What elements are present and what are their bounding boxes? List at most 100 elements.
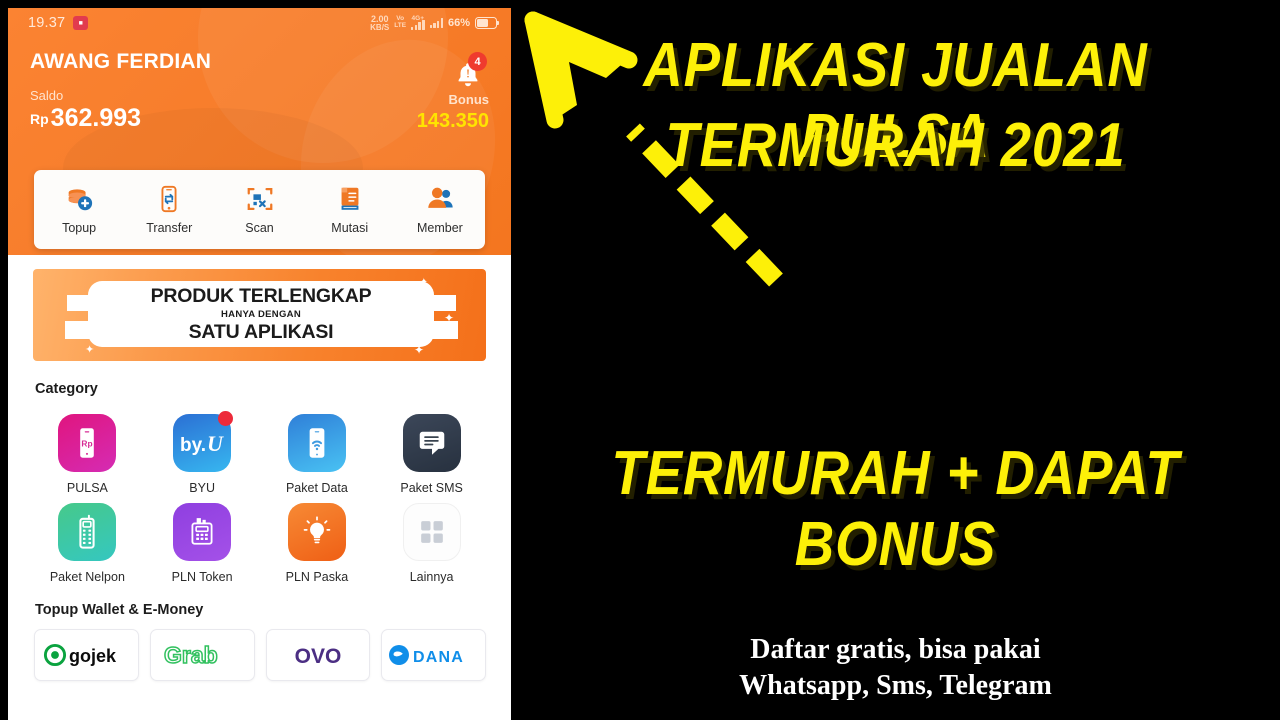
promo-subtitle: Daftar gratis, bisa pakai Whatsapp, Sms,…: [511, 632, 1280, 704]
category-item-pln-paska[interactable]: PLN Paska: [260, 503, 375, 584]
category-label: PULSA: [66, 481, 108, 495]
svg-text:U: U: [207, 431, 224, 456]
saldo-block: Saldo Rp362.993: [30, 88, 141, 133]
signal-bars-icon: [429, 18, 443, 28]
currency-symbol: Rp: [30, 111, 49, 127]
quick-actions-bar: Topup Transfer Scan Mutasi Member: [34, 170, 485, 249]
promo-banner[interactable]: ✦ ✦ ✦ ✦ ✦ ✦ PRODUK TERLENGKAP HANYA DENG…: [33, 269, 486, 361]
quick-action-topup[interactable]: Topup: [34, 184, 124, 235]
banner-line-2: HANYA DENGAN: [221, 308, 301, 320]
phone-screenshot: 19.37 ■ 2.00 KB/S Vo LTE 4G+ 66% AWANG F…: [8, 8, 511, 720]
banner-line-3: SATU APLIKASI: [188, 320, 334, 343]
category-item-pulsa[interactable]: Rp PULSA: [30, 414, 145, 495]
category-item-paket-data[interactable]: Paket Data: [260, 414, 375, 495]
quick-action-label: Member: [416, 221, 463, 235]
svg-text:DANA: DANA: [413, 649, 464, 666]
paket-nelpon-icon: [58, 503, 117, 561]
volte-bottom: LTE: [394, 22, 407, 29]
pln-token-icon: [173, 503, 232, 561]
quick-action-label: Transfer: [146, 221, 193, 235]
quick-action-label: Topup: [62, 221, 97, 235]
quick-action-mutasi[interactable]: Mutasi: [305, 184, 395, 235]
paket-data-icon: [287, 414, 346, 472]
ledger-book-icon: [335, 184, 365, 214]
category-section-title: Category: [35, 381, 98, 397]
wallet-item-ovo[interactable]: OVO: [265, 629, 371, 681]
data-rate-unit: KB/S: [370, 22, 390, 32]
quick-action-transfer[interactable]: Transfer: [124, 184, 214, 235]
banner-line-1: PRODUK TERLENGKAP: [150, 284, 372, 307]
promo-panel: APLIKASI JUALAN PULSA TERMURAH 2021 TERM…: [511, 0, 1280, 720]
members-icon: [425, 184, 455, 214]
banner-text-sheet: PRODUK TERLENGKAP HANYA DENGAN SATU APLI…: [88, 281, 434, 347]
category-label: Paket Data: [285, 481, 348, 495]
app-body: ✦ ✦ ✦ ✦ ✦ ✦ PRODUK TERLENGKAP HANYA DENG…: [8, 269, 511, 681]
status-time: 19.37: [28, 15, 66, 31]
saldo-amount: Rp362.993: [30, 104, 141, 133]
network-type-icon: 4G+: [411, 15, 425, 30]
wallet-section-title: Topup Wallet & E-Money: [35, 602, 204, 618]
promo-subtitle-line-1: Daftar gratis, bisa pakai: [750, 634, 1041, 665]
category-item-paket-sms[interactable]: Paket SMS: [374, 414, 489, 495]
category-item-byu[interactable]: by. U BYU: [145, 411, 260, 495]
category-grid: Rp PULSA by. U BYU Paket Data Paket SMS …: [8, 397, 511, 584]
dana-logo-icon: DANA: [388, 645, 464, 666]
svg-text:gojek: gojek: [69, 646, 117, 666]
page-title: AWANG FERDIAN: [30, 50, 212, 73]
balance-row: Saldo Rp362.993 Bonus 143.350: [30, 88, 489, 133]
status-bar: 19.37 ■ 2.00 KB/S Vo LTE 4G+ 66%: [8, 8, 511, 38]
quick-action-member[interactable]: Member: [395, 184, 485, 235]
svg-text:Rp: Rp: [82, 438, 93, 448]
promo-title-line-3: TERMURAH + DAPAT BONUS: [611, 439, 1180, 579]
byu-logo-icon: by. U: [173, 411, 234, 472]
category-label: PLN Paska: [285, 570, 349, 584]
wallet-item-dana[interactable]: DANA: [381, 629, 486, 681]
status-indicators: 2.00 KB/S Vo LTE 4G+ 66%: [370, 14, 500, 32]
wallet-item-grab[interactable]: Grab: [149, 629, 255, 681]
video-thumbnail: 19.37 ■ 2.00 KB/S Vo LTE 4G+ 66% AWANG F…: [0, 0, 1280, 720]
notification-button[interactable]: 4: [451, 52, 487, 90]
qr-scan-icon: [245, 184, 275, 214]
byu-badge-dot: [218, 411, 234, 426]
category-item-pln-token[interactable]: PLN Token: [145, 503, 260, 584]
screen-recording-icon: ■: [73, 16, 89, 30]
bonus-amount: 143.350: [416, 110, 489, 132]
svg-text:OVO: OVO: [295, 645, 342, 667]
quick-action-label: Scan: [245, 221, 274, 235]
bonus-block: Bonus 143.350: [417, 92, 489, 133]
category-label: Lainnya: [409, 570, 454, 584]
coins-plus-icon: [64, 184, 94, 214]
sparkle-icon: ✦: [85, 344, 95, 356]
category-label: PLN Token: [171, 570, 233, 584]
category-label: Paket Nelpon: [49, 570, 125, 584]
category-item-lainnya[interactable]: Lainnya: [374, 503, 489, 584]
quick-action-label: Mutasi: [331, 221, 369, 235]
pln-paska-icon: [287, 503, 346, 561]
lainnya-grid-icon: [402, 503, 461, 561]
quick-action-scan[interactable]: Scan: [214, 184, 304, 235]
notification-badge: 4: [468, 52, 487, 71]
category-label: Paket SMS: [400, 481, 463, 495]
svg-text:by.: by.: [180, 435, 206, 456]
pulsa-icon: Rp: [58, 414, 117, 472]
bonus-label: Bonus: [448, 92, 489, 107]
phone-transfer-icon: [154, 184, 184, 214]
gojek-logo-icon: gojek: [44, 643, 117, 667]
sparkle-icon: ✦: [443, 311, 454, 325]
paket-sms-icon: [402, 414, 461, 472]
data-rate-indicator: 2.00 KB/S: [370, 14, 390, 32]
volte-icon: Vo LTE: [394, 15, 407, 30]
ovo-logo-icon: OVO: [295, 645, 342, 667]
app-header: 19.37 ■ 2.00 KB/S Vo LTE 4G+ 66% AWANG F…: [8, 8, 511, 255]
wallet-item-gojek[interactable]: gojek: [34, 629, 139, 681]
promo-subtitle-line-2: Whatsapp, Sms, Telegram: [739, 669, 1052, 701]
saldo-label: Saldo: [30, 88, 64, 103]
dashed-arrow-up-left-icon: [524, 11, 783, 287]
category-label: BYU: [189, 481, 215, 495]
battery-percent: 66%: [447, 17, 470, 29]
saldo-value: 362.993: [50, 104, 142, 132]
grab-logo-icon: Grab: [163, 642, 218, 668]
svg-text:Grab: Grab: [164, 642, 218, 668]
category-item-paket-nelpon[interactable]: Paket Nelpon: [30, 503, 145, 584]
battery-icon: [475, 17, 500, 29]
